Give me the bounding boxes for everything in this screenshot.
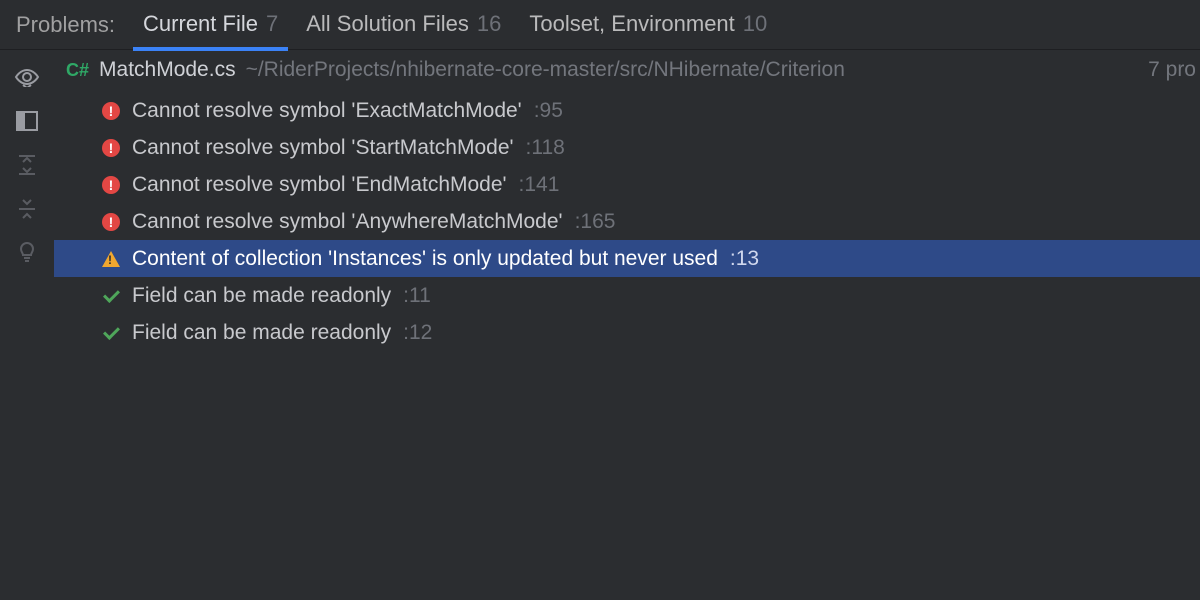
file-header[interactable]: C# MatchMode.cs ~/RiderProjects/nhiberna… [54,50,1200,90]
main: C# MatchMode.cs ~/RiderProjects/nhiberna… [0,50,1200,600]
problem-line: :11 [403,284,431,308]
expand-all-icon[interactable] [14,152,40,178]
warning-icon [102,251,120,267]
problem-message: Content of collection 'Instances' is onl… [132,247,718,271]
problem-message: Field can be made readonly [132,284,391,308]
problem-message: Cannot resolve symbol 'ExactMatchMode' [132,99,522,123]
problem-line: :12 [403,321,432,345]
problem-list: Cannot resolve symbol 'ExactMatchMode' :9… [54,90,1200,351]
problem-line: :13 [730,247,759,271]
problems-tabs-bar: Problems: Current File 7 All Solution Fi… [0,0,1200,50]
tab-all-solution-files[interactable]: All Solution Files 16 [306,0,501,50]
csharp-icon: C# [66,60,89,81]
problem-row[interactable]: Cannot resolve symbol 'EndMatchMode' :141 [54,166,1200,203]
tab-count: 7 [266,11,278,37]
tab-toolset-environment[interactable]: Toolset, Environment 10 [529,0,767,50]
collapse-all-icon[interactable] [14,196,40,222]
tab-count: 16 [477,11,501,37]
sidebar [0,50,54,600]
tab-current-file[interactable]: Current File 7 [143,0,278,50]
error-icon [102,139,120,157]
lightbulb-icon[interactable] [14,240,40,266]
problem-message: Cannot resolve symbol 'AnywhereMatchMode… [132,210,563,234]
error-icon [102,176,120,194]
problem-line: :165 [575,210,616,234]
tab-label: Toolset, Environment [529,11,734,37]
problem-row[interactable]: Field can be made readonly :11 [54,277,1200,314]
problem-message: Field can be made readonly [132,321,391,345]
problem-row[interactable]: Content of collection 'Instances' is onl… [54,240,1200,277]
problem-row[interactable]: Cannot resolve symbol 'ExactMatchMode' :9… [54,92,1200,129]
problem-line: :95 [534,99,563,123]
problem-line: :141 [519,173,560,197]
ok-icon [102,324,120,342]
eye-icon[interactable] [14,64,40,90]
error-icon [102,213,120,231]
file-name: MatchMode.cs [99,58,236,82]
ok-icon [102,287,120,305]
file-path: ~/RiderProjects/nhibernate-core-master/s… [246,58,845,82]
problem-message: Cannot resolve symbol 'EndMatchMode' [132,173,507,197]
problems-label: Problems: [16,12,115,38]
problem-message: Cannot resolve symbol 'StartMatchMode' [132,136,514,160]
tab-label: All Solution Files [306,11,469,37]
problem-row[interactable]: Field can be made readonly :12 [54,314,1200,351]
tab-count: 10 [743,11,767,37]
tab-label: Current File [143,11,258,37]
problem-row[interactable]: Cannot resolve symbol 'AnywhereMatchMode… [54,203,1200,240]
problem-row[interactable]: Cannot resolve symbol 'StartMatchMode' :1… [54,129,1200,166]
error-icon [102,102,120,120]
problem-line: :118 [526,136,565,160]
layout-icon[interactable] [14,108,40,134]
file-problem-count: 7 pro [1148,58,1200,82]
content: C# MatchMode.cs ~/RiderProjects/nhiberna… [54,50,1200,600]
